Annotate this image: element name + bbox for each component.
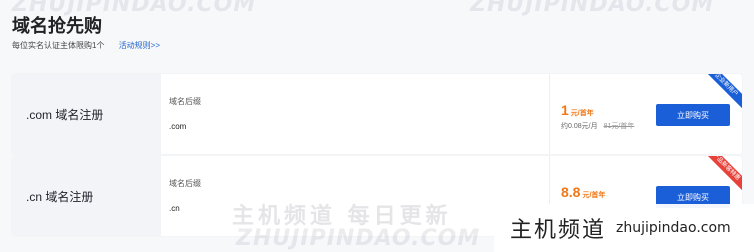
product-card-com: .com 域名注册 域名后缀 .com 1 元/首年 约0.08元/月 81元/首年… — [12, 74, 742, 154]
product-name: .com 域名注册 — [26, 107, 104, 122]
price-detail: 约0.08元/月 81元/首年 — [561, 121, 634, 131]
price-value: 8.8 — [561, 184, 581, 200]
price-value: 1 — [561, 102, 569, 118]
price-unit: 元/首年 — [582, 192, 606, 199]
product-name-panel: .cn 域名注册 — [12, 156, 161, 236]
price: 1 元/首年 — [561, 102, 594, 120]
purchase-note-row: 每位实名认证主体限购1个 活动规则>> — [12, 40, 160, 51]
original-price: 81元/首年 — [603, 123, 635, 130]
brand-name: 主机频道 — [510, 218, 607, 243]
watermark: ZHUJIPINDAO.COM — [236, 226, 481, 251]
product-name: .cn 域名注册 — [26, 189, 94, 204]
activity-rules-link[interactable]: 活动规则>> — [119, 41, 160, 50]
brand-domain: zhujipindao.com — [616, 220, 731, 236]
suffix-value: .com — [169, 122, 187, 131]
suffix-value: .cn — [169, 204, 180, 213]
product-name-panel: .com 域名注册 — [12, 74, 161, 154]
price: 8.8 元/首年 — [561, 184, 605, 202]
watermark: ZHUJIPINDAO.COM — [470, 0, 715, 17]
purchase-limit-note: 每位实名认证主体限购1个 — [12, 41, 105, 50]
divider — [549, 74, 550, 154]
monthly-price: 约0.08元/月 — [561, 123, 598, 130]
suffix-label: 域名后缀 — [169, 97, 201, 106]
buy-now-button[interactable]: 立即购买 — [656, 104, 730, 126]
suffix-label: 域名后缀 — [169, 179, 201, 188]
page-title: 域名抢先购 — [12, 16, 102, 36]
brand-watermark-banner: 主机频道 zhujipindao.com — [494, 204, 754, 252]
price-unit: 元/首年 — [570, 110, 594, 117]
